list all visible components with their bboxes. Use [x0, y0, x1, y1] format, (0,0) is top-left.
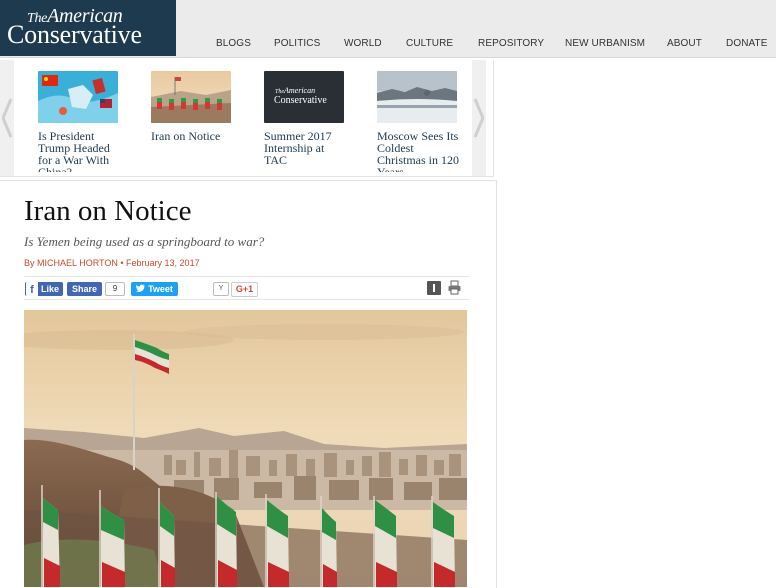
carousel-next-button[interactable] — [472, 60, 486, 176]
google-plus-button[interactable]: G+1 — [231, 282, 258, 297]
article-hero-image — [24, 310, 467, 587]
carousel-thumb-china — [38, 71, 118, 123]
share-bar: f Like Share 9 Tweet Y G+1 — [24, 276, 469, 300]
gplus-count: Y — [213, 282, 229, 296]
carousel-caption[interactable]: Iran on Notice — [151, 130, 237, 172]
carousel-caption[interactable]: Moscow Sees Its Coldest Christmas in 120… — [377, 130, 463, 172]
carousel-item[interactable]: TheAmerican Conservative Summer 2017 Int… — [264, 71, 350, 172]
chevron-left-icon — [2, 98, 12, 138]
carousel-caption[interactable]: Is President Trump Headed for a War With… — [38, 130, 124, 172]
facebook-like-button[interactable]: f Like — [25, 282, 63, 296]
author-link[interactable]: MICHAEL HORTON — [37, 258, 118, 268]
nav-donate[interactable]: DONATE — [726, 38, 768, 49]
article-byline: By MICHAEL HORTON • February 13, 2017 — [24, 258, 200, 268]
chevron-right-icon — [474, 98, 484, 138]
print-button[interactable] — [448, 280, 461, 295]
carousel-thumb-tac-logo: TheAmerican Conservative — [264, 71, 344, 123]
carousel-caption[interactable]: Summer 2017 Internship at TAC — [264, 130, 350, 172]
carousel-thumb-moscow — [377, 71, 457, 123]
nav-blogs[interactable]: BLOGS — [216, 38, 251, 49]
facebook-share-button[interactable]: Share — [67, 282, 102, 296]
site-header: TheAmerican Conservative BLOGS POLITICS … — [0, 0, 776, 58]
site-logo[interactable]: TheAmerican Conservative — [0, 0, 176, 56]
carousel-item[interactable]: Iran on Notice — [151, 71, 237, 172]
carousel-thumb-flags — [151, 71, 231, 123]
article-date: February 13, 2017 — [126, 258, 200, 268]
share-count: 9 — [105, 282, 125, 296]
tac-logo-mini-line2: Conservative — [274, 95, 327, 106]
byline-separator: • — [117, 258, 127, 268]
nav-world[interactable]: WORLD — [344, 38, 382, 49]
nav-about[interactable]: ABOUT — [667, 38, 702, 49]
facebook-icon: f — [26, 282, 38, 296]
article-subtitle: Is Yemen being used as a springboard to … — [24, 234, 265, 249]
nav-culture[interactable]: CULTURE — [406, 38, 453, 49]
article-title: Iran on Notice — [24, 195, 192, 227]
related-carousel: Is President Trump Headed for a War With… — [0, 60, 494, 177]
nav-repository[interactable]: REPOSITORY — [478, 38, 544, 49]
carousel-item[interactable]: Moscow Sees Its Coldest Christmas in 120… — [377, 71, 463, 172]
info-icon[interactable] — [427, 281, 441, 295]
twitter-bird-icon — [135, 284, 146, 294]
like-label: Like — [41, 284, 60, 294]
carousel-strip: Is President Trump Headed for a War With… — [16, 60, 472, 174]
byline-prefix: By — [24, 258, 38, 268]
nav-politics[interactable]: POLITICS — [274, 38, 320, 49]
carousel-item[interactable]: Is President Trump Headed for a War With… — [38, 71, 124, 172]
tweet-button[interactable]: Tweet — [131, 282, 178, 296]
carousel-prev-button[interactable] — [0, 60, 14, 176]
nav-new-urbanism[interactable]: NEW URBANISM — [565, 38, 645, 49]
tweet-label: Tweet — [148, 284, 173, 294]
printer-icon — [448, 280, 461, 295]
logo-line2: Conservative — [7, 20, 142, 49]
